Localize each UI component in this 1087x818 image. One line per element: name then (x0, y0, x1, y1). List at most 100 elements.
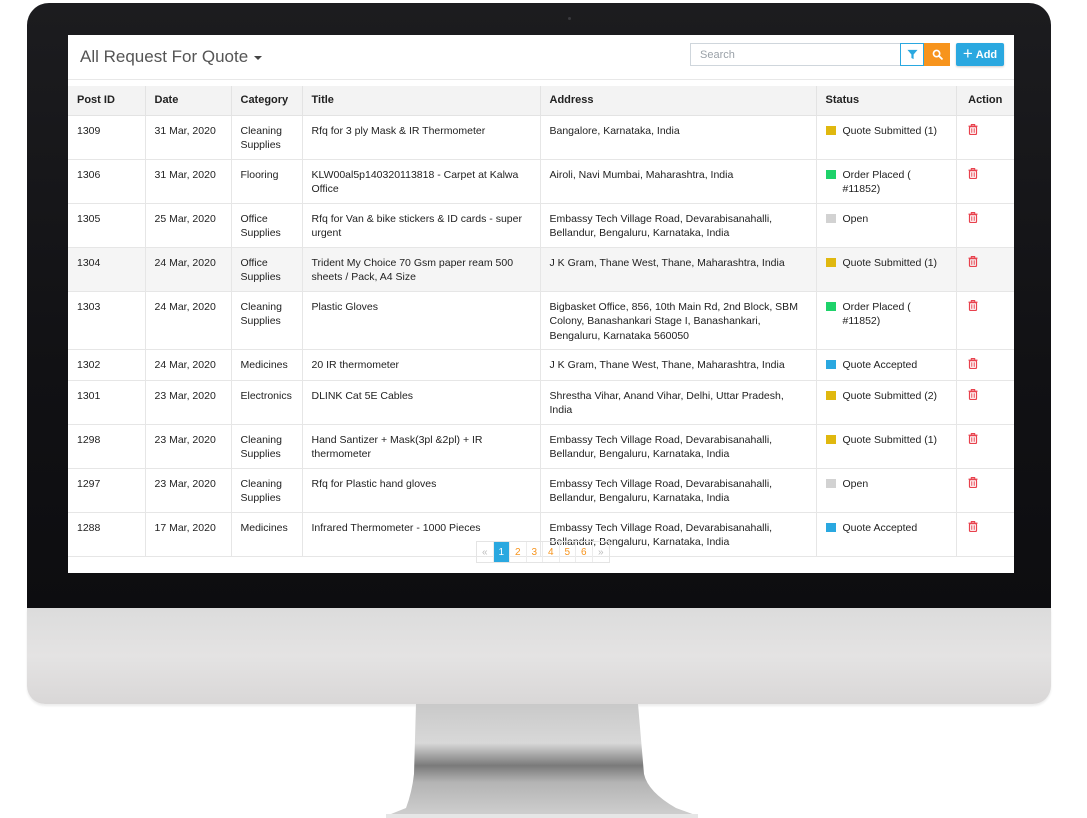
status-color-swatch (825, 169, 836, 179)
plus-icon: + (962, 44, 973, 63)
cell-address: J K Gram, Thane West, Thane, Maharashtra… (540, 247, 817, 292)
status-badge: Open (825, 212, 947, 227)
monitor-stand (386, 704, 698, 818)
add-button[interactable]: + Add (956, 43, 1004, 66)
table-row[interactable]: 1304 24 Mar, 2020 Office Supplies Trident M… (68, 247, 1014, 292)
status-text: Quote Submitted (2) (842, 389, 938, 402)
cell-category: Medicines (231, 349, 303, 381)
trash-icon[interactable] (968, 167, 978, 184)
column-header-title[interactable]: Title (302, 86, 541, 116)
rfq-table-container: Post ID Date Category Title Address Stat… (68, 86, 1014, 557)
page-title: All Request For Quote (80, 47, 249, 66)
status-color-swatch (825, 125, 836, 135)
cell-action (956, 424, 1014, 469)
cell-date: 23 Mar, 2020 (145, 468, 232, 513)
cell-category: Electronics (231, 380, 303, 425)
table-row[interactable]: 1305 25 Mar, 2020 Office Supplies Rfq for V… (68, 203, 1014, 248)
column-header-action: Action (956, 86, 1014, 116)
cell-title[interactable]: KLW00al5p140320113818 - Carpet at Kalwa … (302, 159, 541, 204)
search-button[interactable] (924, 43, 950, 66)
column-header-category[interactable]: Category (231, 86, 303, 116)
status-badge: Quote Submitted (1) (825, 124, 947, 139)
status-text: Quote Submitted (1) (842, 256, 938, 269)
cell-status: Quote Submitted (1) (816, 247, 957, 292)
table-row[interactable]: 1303 24 Mar, 2020 Cleaning Supplies Plastic… (68, 291, 1014, 350)
cell-action (956, 291, 1014, 350)
cell-status: Order Placed ( #11852) (816, 291, 957, 350)
cell-status: Quote Submitted (2) (816, 380, 957, 425)
cell-title[interactable]: Trident My Choice 70 Gsm paper ream 500 … (302, 247, 541, 292)
trash-icon[interactable] (968, 432, 978, 449)
status-badge: Order Placed ( #11852) (825, 168, 947, 197)
cell-title[interactable]: 20 IR thermometer (302, 349, 541, 381)
pagination-page[interactable]: 2 (510, 542, 527, 562)
pagination-prev[interactable]: « (477, 542, 494, 562)
status-badge: Quote Submitted (2) (825, 389, 947, 404)
status-text: Quote Accepted (842, 359, 918, 371)
cell-title[interactable]: Hand Santizer + Mask(3pl &2pl) + IR ther… (302, 424, 541, 469)
cell-date: 17 Mar, 2020 (145, 512, 232, 557)
cell-status: Open (816, 203, 957, 248)
trash-icon[interactable] (968, 520, 978, 537)
trash-icon[interactable] (968, 299, 978, 316)
pagination-next[interactable]: » (593, 542, 610, 562)
pagination-page[interactable]: 6 (576, 542, 593, 562)
column-header-date[interactable]: Date (145, 86, 232, 116)
pagination-page[interactable]: 3 (527, 542, 543, 562)
table-row[interactable]: 1302 24 Mar, 2020 Medicines 20 IR thermomet… (68, 349, 1014, 381)
app-screen: All Request For Quote + Add (68, 35, 1014, 573)
cell-date: 25 Mar, 2020 (145, 203, 232, 248)
status-color-swatch (825, 390, 836, 400)
trash-icon[interactable] (968, 358, 978, 374)
table-row[interactable]: 1309 31 Mar, 2020 Cleaning Supplies Rfq for… (68, 115, 1014, 160)
status-text: Order Placed ( #11852) (842, 168, 911, 196)
cell-title[interactable]: Rfq for Plastic hand gloves (302, 468, 541, 513)
cell-status: Open (816, 468, 957, 513)
trash-icon[interactable] (968, 255, 978, 272)
cell-address: Bangalore, Karnataka, India (540, 115, 817, 160)
cell-category: Flooring (231, 159, 303, 204)
trash-icon[interactable] (968, 388, 978, 405)
cell-title[interactable]: DLINK Cat 5E Cables (302, 380, 541, 425)
column-header-address[interactable]: Address (540, 86, 817, 116)
search-group (690, 43, 950, 66)
cell-date: 24 Mar, 2020 (145, 247, 232, 292)
cell-title[interactable]: Rfq for 3 ply Mask & IR Thermometer (302, 115, 541, 160)
cell-post-id: 1298 (68, 424, 146, 469)
status-badge: Order Placed ( #11852) (825, 300, 947, 329)
search-input[interactable] (690, 43, 900, 66)
status-color-swatch (825, 213, 836, 223)
search-icon (932, 49, 943, 60)
cell-address: Bigbasket Office, 856, 10th Main Rd, 2nd… (540, 291, 817, 350)
filter-button[interactable] (900, 43, 924, 66)
cell-title[interactable]: Rfq for Van & bike stickers & ID cards -… (302, 203, 541, 248)
cell-post-id: 1301 (68, 380, 146, 425)
column-header-status[interactable]: Status (816, 86, 957, 116)
pagination-page[interactable]: 4 (543, 542, 560, 562)
cell-address: Embassy Tech Village Road, Devarabisanah… (540, 468, 817, 513)
cell-title[interactable]: Plastic Gloves (302, 291, 541, 350)
cell-action (956, 159, 1014, 204)
cell-category: Cleaning Supplies (231, 115, 303, 160)
cell-address: Shrestha Vihar, Anand Vihar, Delhi, Utta… (540, 380, 817, 425)
cell-date: 31 Mar, 2020 (145, 159, 232, 204)
pagination-page[interactable]: 5 (560, 542, 576, 562)
table-row[interactable]: 1301 23 Mar, 2020 Electronics DLINK Cat 5E … (68, 380, 1014, 425)
trash-icon[interactable] (968, 476, 978, 493)
trash-icon[interactable] (968, 211, 978, 228)
cell-date: 31 Mar, 2020 (145, 115, 232, 160)
cell-category: Cleaning Supplies (231, 468, 303, 513)
cell-status: Quote Submitted (1) (816, 115, 957, 160)
pagination-page[interactable]: 1 (493, 542, 510, 562)
status-text: Quote Submitted (1) (842, 433, 938, 446)
table-row[interactable]: 1297 23 Mar, 2020 Cleaning Supplies Rfq for… (68, 468, 1014, 513)
page-title-dropdown[interactable]: All Request For Quote (80, 47, 263, 67)
rfq-table: Post ID Date Category Title Address Stat… (68, 86, 1014, 557)
trash-icon[interactable] (968, 123, 978, 140)
column-header-post-id[interactable]: Post ID (68, 86, 146, 116)
table-row[interactable]: 1298 23 Mar, 2020 Cleaning Supplies Hand Sa… (68, 424, 1014, 469)
table-row[interactable]: 1306 31 Mar, 2020 Flooring KLW00al5p1403201… (68, 159, 1014, 204)
status-color-swatch (825, 434, 836, 444)
status-text: Open (842, 212, 869, 225)
cell-post-id: 1288 (68, 512, 146, 557)
